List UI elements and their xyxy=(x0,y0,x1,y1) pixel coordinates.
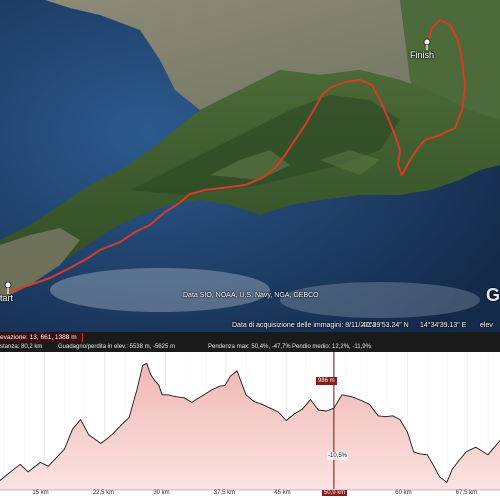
x-tick-label: 37,5 km xyxy=(213,490,236,496)
elevation-point xyxy=(224,384,226,386)
satellite-map[interactable]: tart Finish Data SIO, NOAA, U.S. Navy, N… xyxy=(0,0,500,332)
elevation-point xyxy=(128,417,130,419)
elevation-point xyxy=(48,465,49,467)
elevation-point xyxy=(158,384,160,386)
cloud-haze-east xyxy=(280,282,480,318)
elevation-point xyxy=(419,453,420,455)
finish-label[interactable]: Finish xyxy=(410,50,434,60)
finish-pin-icon[interactable] xyxy=(423,38,431,46)
elevation-point xyxy=(261,403,263,405)
elevation-point xyxy=(39,462,41,463)
elevation-point xyxy=(369,403,370,405)
elevation-point xyxy=(446,482,448,483)
elevation-point xyxy=(150,374,152,376)
elevation-point xyxy=(277,411,279,413)
x-tick-label: 30 km xyxy=(153,490,170,496)
elevation-point xyxy=(161,394,163,396)
elevation-point xyxy=(197,398,199,399)
elevation-point xyxy=(413,451,415,453)
elevation-point xyxy=(136,388,138,390)
x-tick-label: 15 km xyxy=(32,490,49,496)
map-attribution: Data SIO, NOAA, U.S. Navy, NGA, GEBCO xyxy=(183,292,319,299)
elevation-point xyxy=(19,463,21,465)
coord-lon: 14°34'39.13" E xyxy=(420,322,467,329)
elevation-point xyxy=(285,420,287,421)
elevation-point xyxy=(219,385,220,387)
elevation-point xyxy=(475,446,477,448)
elevation-point xyxy=(465,451,467,453)
elevation-point xyxy=(487,454,489,456)
elevation-chart[interactable] xyxy=(0,352,500,500)
elevation-point xyxy=(120,424,122,426)
elevation-point xyxy=(269,407,271,409)
start-label[interactable]: tart xyxy=(0,293,13,303)
elevation-point xyxy=(427,454,428,456)
elevation-point xyxy=(64,448,65,450)
elevation-point xyxy=(310,399,311,400)
elevation-point xyxy=(167,394,169,396)
elevation-point xyxy=(175,396,177,398)
acquisition-date: Data di acquisizione delle immagini: 8/1… xyxy=(232,322,376,329)
start-pin-icon[interactable] xyxy=(4,281,12,289)
elevation-point xyxy=(56,457,57,458)
cursor-elevation-label: 986 m xyxy=(316,377,337,385)
elevation-profile[interactable]: 15 km 22,5 km 30 km 37,5 km 45 km 50,9 km 60 k… xyxy=(0,352,500,500)
elevation-point xyxy=(360,400,362,401)
x-tick-label: 50,9 km xyxy=(321,490,348,496)
elevation-point xyxy=(88,434,90,436)
elevation-point xyxy=(230,375,232,377)
elevation-point xyxy=(318,409,319,411)
coord-elev-prefix: elev xyxy=(480,322,493,329)
stat-gain-loss: Guadagno/perdita in elev.: 5538 m, -5625… xyxy=(58,344,175,350)
x-tick-label: 67,5 km xyxy=(455,490,478,496)
google-logo: G xyxy=(486,285,500,305)
elevation-point xyxy=(302,408,303,410)
elevation-point xyxy=(104,440,106,441)
elevation-point xyxy=(433,465,435,467)
elevation-point xyxy=(236,370,238,372)
x-tick-label: 45 km xyxy=(274,490,291,496)
elevation-point xyxy=(191,402,193,403)
elevation-point xyxy=(112,433,114,435)
elevation-point xyxy=(351,396,352,398)
elevation-range-badge: evazione: 13, 661, 1388 m xyxy=(0,333,83,342)
coord-lat: 40°39'53.24" N xyxy=(362,322,409,329)
elevation-point xyxy=(100,443,102,444)
elevation-point xyxy=(399,419,401,420)
elevation-point xyxy=(406,431,408,433)
elevation-point xyxy=(439,476,440,478)
elevation-point xyxy=(142,364,144,366)
cloud-haze xyxy=(50,268,270,312)
stat-max-grade: Pendenza max: 50,4%, -47,7% xyxy=(208,344,291,350)
stats-line: stanza: 80,2 km Guadagno/perdita in elev… xyxy=(0,343,500,352)
stat-avg-grade: Pendio medio: 12,2%, -11,9% xyxy=(292,344,371,350)
elevation-stats-bar: evazione: 13, 661, 1388 m stanza: 80,2 k… xyxy=(0,332,500,352)
elevation-point xyxy=(146,363,148,364)
x-tick-label: 22,5 km xyxy=(92,490,115,496)
elevation-point xyxy=(27,471,29,473)
elevation-point xyxy=(72,428,73,430)
elevation-point xyxy=(7,473,9,475)
elevation-point xyxy=(341,394,343,396)
elevation-point xyxy=(458,460,460,461)
elevation-point xyxy=(245,394,247,396)
elevation-point xyxy=(183,397,185,399)
elevation-point xyxy=(253,401,255,402)
elevation-point xyxy=(294,413,295,415)
elevation-point xyxy=(154,380,156,381)
cursor-grade-label: -10,5% xyxy=(327,452,349,460)
elevation-point xyxy=(392,415,394,417)
elevation-point xyxy=(203,394,205,396)
elevation-point xyxy=(452,468,453,470)
elevation-point xyxy=(385,416,386,418)
elevation-point xyxy=(210,389,212,391)
elevation-point xyxy=(80,419,81,420)
x-tick-label: 60 km xyxy=(395,490,412,496)
stat-distance: stanza: 80,2 km xyxy=(0,344,43,350)
elevation-point xyxy=(326,410,327,412)
elevation-point xyxy=(96,440,98,441)
elevation-point xyxy=(377,415,379,417)
